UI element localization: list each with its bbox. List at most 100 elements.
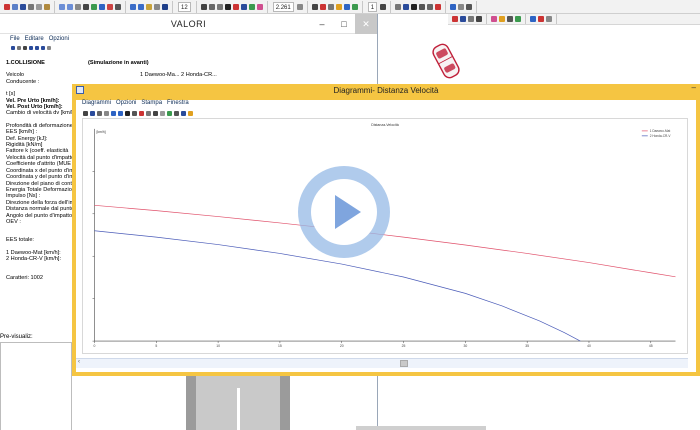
export-icon[interactable]: [167, 110, 172, 116]
select-icon[interactable]: [83, 3, 89, 10]
color-icon[interactable]: [256, 3, 263, 10]
measure-icon[interactable]: [232, 3, 239, 10]
bike-tool-icon[interactable]: [468, 16, 474, 22]
menu-file[interactable]: File: [10, 36, 20, 42]
rect-icon[interactable]: [208, 3, 215, 10]
help-icon[interactable]: [188, 110, 193, 116]
vehicle-sprite[interactable]: [428, 40, 464, 82]
truck-tool-icon[interactable]: [460, 16, 466, 22]
road-icon[interactable]: [327, 3, 334, 10]
print-icon[interactable]: [97, 110, 102, 116]
help-icon[interactable]: [450, 3, 457, 10]
vehicle-icon[interactable]: [319, 3, 326, 10]
circle-icon[interactable]: [216, 3, 223, 10]
dropdown-icon[interactable]: [296, 3, 303, 10]
diagram-window-titlebar[interactable]: Diagrammi- Distanza Velocità –: [72, 83, 700, 96]
grid-icon[interactable]: [154, 3, 160, 10]
menu-options[interactable]: Opzioni: [116, 100, 136, 106]
skid-tool-icon[interactable]: [507, 16, 513, 22]
paste-icon[interactable]: [44, 3, 50, 10]
print-icon[interactable]: [11, 46, 15, 50]
grid-icon[interactable]: [160, 110, 165, 116]
italic-icon[interactable]: [419, 3, 426, 10]
play-tool-icon[interactable]: [530, 16, 536, 22]
preview-box[interactable]: [0, 342, 72, 430]
info-icon[interactable]: [458, 3, 465, 10]
photo-tool-icon[interactable]: [515, 16, 521, 22]
arrow-icon[interactable]: [240, 3, 247, 10]
close-button[interactable]: ✕: [355, 14, 377, 34]
menu-edit[interactable]: Editare: [25, 36, 44, 42]
copy-icon[interactable]: [104, 110, 109, 116]
align-icon[interactable]: [427, 3, 434, 10]
pedestrian-icon[interactable]: [343, 3, 350, 10]
flag-icon[interactable]: [435, 3, 442, 10]
zoom-out-icon[interactable]: [138, 3, 144, 10]
small-value-field[interactable]: 12: [178, 1, 191, 12]
underline-icon[interactable]: [41, 46, 45, 50]
zoom-in-icon[interactable]: [130, 3, 136, 10]
values-window-titlebar[interactable]: VALORI – □ ✕: [0, 14, 377, 34]
line-width-field[interactable]: 1: [367, 1, 378, 12]
redo-icon[interactable]: [67, 3, 73, 10]
open-icon[interactable]: [83, 110, 88, 116]
menu-window[interactable]: Finestra: [167, 100, 189, 106]
export-icon[interactable]: [47, 46, 51, 50]
diagram-scrollbar[interactable]: ‹: [76, 358, 688, 368]
line-style-icon[interactable]: [132, 110, 137, 116]
save-icon[interactable]: [20, 3, 26, 10]
scene-canvas[interactable]: [376, 25, 700, 85]
play-video-button[interactable]: [298, 166, 390, 258]
layer-icon[interactable]: [162, 3, 168, 10]
undo-icon[interactable]: [59, 3, 65, 10]
car-tool-icon[interactable]: [452, 16, 458, 22]
rotate-icon[interactable]: [99, 3, 105, 10]
legend-icon[interactable]: [146, 110, 151, 116]
distance-velocity-chart[interactable]: Distanza-Velocità [km/h] 0 5 10 15 20 25 30 35 40 4…: [82, 118, 688, 354]
menu-options[interactable]: Opzioni: [49, 36, 69, 42]
settings-icon[interactable]: [466, 3, 473, 10]
move-icon[interactable]: [91, 3, 97, 10]
new-icon[interactable]: [4, 3, 10, 10]
crash-tool-icon[interactable]: [499, 16, 505, 22]
cursor-icon[interactable]: [125, 110, 130, 116]
pan-icon[interactable]: [146, 3, 152, 10]
print-icon[interactable]: [28, 3, 34, 10]
copy-icon[interactable]: [17, 46, 21, 50]
italic-icon[interactable]: [35, 46, 39, 50]
fill-icon[interactable]: [248, 3, 255, 10]
bold-icon[interactable]: [29, 46, 33, 50]
open-icon[interactable]: [12, 3, 18, 10]
mirror-icon[interactable]: [115, 3, 121, 10]
font-icon[interactable]: [23, 46, 27, 50]
tree-icon[interactable]: [351, 3, 358, 10]
minimize-button[interactable]: –: [311, 14, 333, 34]
bold-icon[interactable]: [411, 3, 418, 10]
maximize-button[interactable]: □: [333, 14, 355, 34]
diagram-minimize-button[interactable]: –: [692, 83, 696, 92]
zoom-out-icon[interactable]: [118, 110, 123, 116]
scroll-thumb[interactable]: [400, 360, 408, 367]
settings-icon[interactable]: [174, 110, 179, 116]
scroll-left-arrow-icon[interactable]: ‹: [78, 359, 80, 365]
line-icon[interactable]: [200, 3, 207, 10]
node-icon[interactable]: [311, 3, 318, 10]
menu-print[interactable]: Stampa: [141, 100, 162, 106]
cut-icon[interactable]: [75, 3, 81, 10]
color-icon[interactable]: [139, 110, 144, 116]
text-icon[interactable]: [224, 3, 231, 10]
menu-diagrams[interactable]: Diagrammi: [82, 100, 111, 106]
sign-icon[interactable]: [335, 3, 342, 10]
scale-value-field[interactable]: 2.261: [272, 1, 294, 12]
scale-icon[interactable]: [107, 3, 113, 10]
line-style-icon[interactable]: [380, 3, 387, 10]
lock-icon[interactable]: [395, 3, 402, 10]
stop-tool-icon[interactable]: [538, 16, 544, 22]
snap-icon[interactable]: [403, 3, 410, 10]
font-icon[interactable]: [181, 110, 186, 116]
copy-icon[interactable]: [36, 3, 42, 10]
path-tool-icon[interactable]: [476, 16, 482, 22]
save-icon[interactable]: [90, 110, 95, 116]
axis-icon[interactable]: [153, 110, 158, 116]
zoom-in-icon[interactable]: [111, 110, 116, 116]
